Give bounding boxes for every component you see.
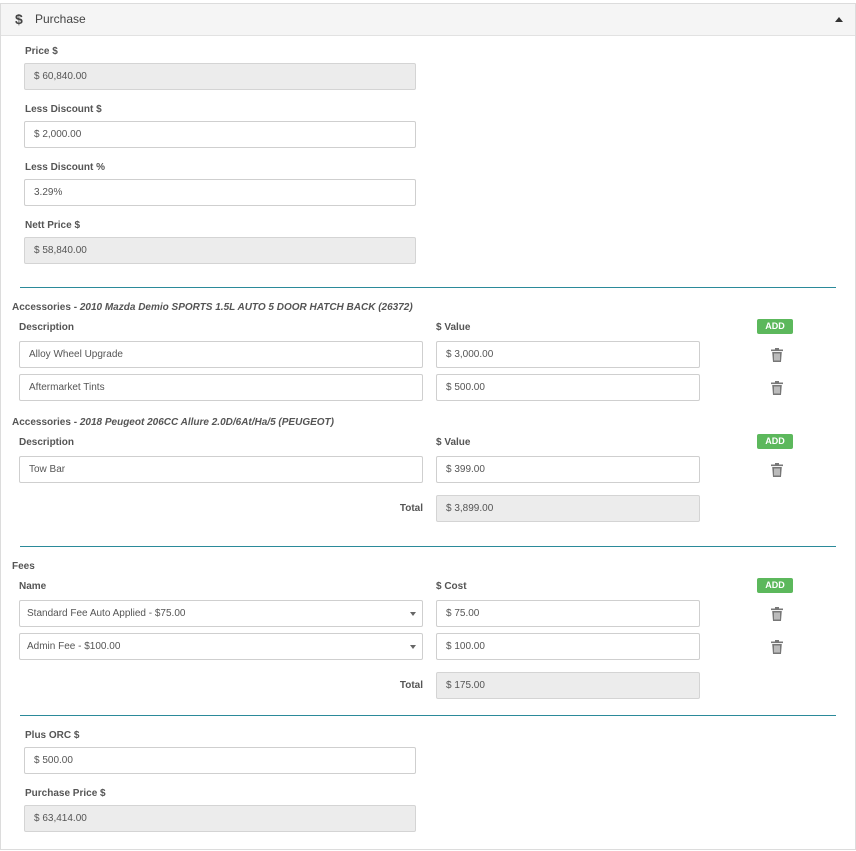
- col-value-label: $ Value: [436, 322, 471, 333]
- panel-header[interactable]: $ Purchase: [1, 4, 855, 36]
- add-fee-button[interactable]: ADD: [757, 578, 793, 593]
- trash-icon[interactable]: [771, 463, 783, 477]
- plus-orc-label: Plus ORC $: [25, 730, 80, 741]
- fee-name-value: Admin Fee - $100.00: [27, 641, 121, 652]
- col-name-label: Name: [19, 581, 47, 592]
- less-discount-pct-input[interactable]: 3.29%: [24, 179, 416, 206]
- less-discount-label: Less Discount $: [25, 104, 102, 115]
- fees-total-field: $ 175.00: [436, 672, 700, 699]
- accessory-description-input[interactable]: Alloy Wheel Upgrade: [19, 341, 423, 368]
- col-description-label: Description: [19, 322, 75, 333]
- collapse-icon[interactable]: [835, 17, 843, 22]
- accessory-description-input[interactable]: Aftermarket Tints: [19, 374, 423, 401]
- less-discount-input[interactable]: $ 2,000.00: [24, 121, 416, 148]
- accessories-title-prefix: Accessories -: [12, 302, 80, 313]
- purchase-price-field: $ 63,414.00: [24, 805, 416, 832]
- nett-price-label: Nett Price $: [25, 220, 81, 231]
- section-divider: [20, 715, 836, 716]
- col-description-label: Description: [19, 437, 75, 448]
- accessory-value-input[interactable]: $ 500.00: [436, 374, 700, 401]
- section-divider: [20, 546, 836, 547]
- trash-icon[interactable]: [771, 607, 783, 621]
- trash-icon[interactable]: [771, 640, 783, 654]
- plus-orc-input[interactable]: $ 500.00: [24, 747, 416, 774]
- fees-title: Fees: [12, 561, 35, 572]
- fee-name-select[interactable]: Admin Fee - $100.00: [19, 633, 423, 660]
- col-cost-label: $ Cost: [436, 581, 467, 592]
- accessories-title: Accessories - 2010 Mazda Demio SPORTS 1.…: [12, 302, 413, 313]
- fee-name-select[interactable]: Standard Fee Auto Applied - $75.00: [19, 600, 423, 627]
- col-value-label: $ Value: [436, 437, 471, 448]
- price-label: Price $: [25, 46, 58, 57]
- fee-cost-input[interactable]: $ 75.00: [436, 600, 700, 627]
- accessories-vehicle: 2010 Mazda Demio SPORTS 1.5L AUTO 5 DOOR…: [79, 302, 413, 313]
- add-accessory-button[interactable]: ADD: [757, 319, 793, 334]
- trash-icon[interactable]: [771, 381, 783, 395]
- accessory-description-input[interactable]: Tow Bar: [19, 456, 423, 483]
- less-discount-pct-label: Less Discount %: [25, 162, 106, 173]
- accessories-title: Accessories - 2018 Peugeot 206CC Allure …: [12, 417, 334, 428]
- accessories-vehicle: 2018 Peugeot 206CC Allure 2.0D/6At/Ha/5 …: [79, 417, 334, 428]
- accessory-value-input[interactable]: $ 3,000.00: [436, 341, 700, 368]
- add-accessory-button[interactable]: ADD: [757, 434, 793, 449]
- price-field: $ 60,840.00: [24, 63, 416, 90]
- purchase-price-label: Purchase Price $: [25, 788, 106, 799]
- nett-price-field: $ 58,840.00: [24, 237, 416, 264]
- accessories-title-prefix: Accessories -: [12, 417, 80, 428]
- fees-total-label: Total: [399, 680, 423, 691]
- section-divider: [20, 287, 836, 288]
- panel-title: Purchase: [35, 12, 86, 26]
- trash-icon[interactable]: [771, 348, 783, 362]
- accessory-value-input[interactable]: $ 399.00: [436, 456, 700, 483]
- fee-cost-input[interactable]: $ 100.00: [436, 633, 700, 660]
- fee-name-value: Standard Fee Auto Applied - $75.00: [27, 608, 186, 619]
- accessories-total-field: $ 3,899.00: [436, 495, 700, 522]
- accessories-total-label: Total: [399, 503, 423, 514]
- dollar-icon: $: [15, 11, 23, 27]
